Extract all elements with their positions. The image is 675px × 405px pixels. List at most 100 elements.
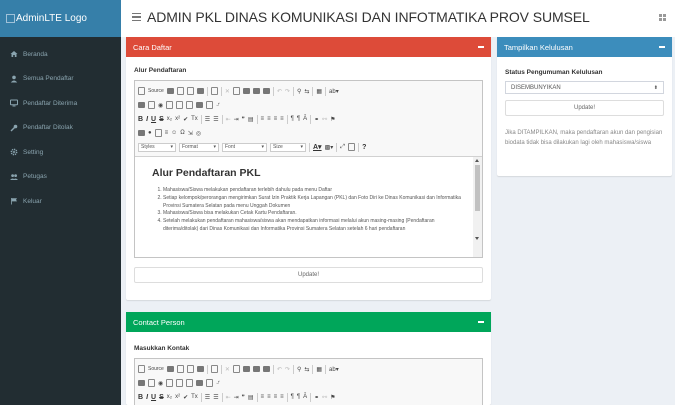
preview-icon[interactable] xyxy=(186,365,194,373)
language-icon[interactable]: Ӑ xyxy=(303,393,307,401)
radio-icon[interactable]: ◉ xyxy=(158,101,163,109)
scroll-up-icon[interactable] xyxy=(475,159,479,162)
special-char-icon[interactable]: Ω xyxy=(180,129,185,137)
scroll-down-icon[interactable] xyxy=(475,237,479,240)
subscript-icon[interactable]: x₂ xyxy=(167,393,172,401)
save-icon[interactable] xyxy=(166,88,174,94)
underline-icon[interactable]: U xyxy=(151,115,156,123)
unlink-icon[interactable]: ⚯ xyxy=(322,393,327,401)
horizontal-line-icon[interactable]: ≡ xyxy=(165,129,169,137)
italic-icon[interactable]: I xyxy=(146,393,148,401)
align-left-icon[interactable]: ≡ xyxy=(261,115,265,123)
preview-icon[interactable] xyxy=(186,87,194,95)
indent-icon[interactable]: ⇥ xyxy=(234,393,239,401)
show-blocks-icon[interactable] xyxy=(348,143,356,151)
hidden-field-icon[interactable]: ⍻ xyxy=(216,101,219,109)
align-center-icon[interactable]: ≡ xyxy=(267,115,271,123)
copy-icon[interactable] xyxy=(232,365,240,373)
div-icon[interactable]: ▤ xyxy=(248,393,254,401)
paste-word-icon[interactable] xyxy=(262,366,270,372)
logo[interactable]: AdminLTE Logo xyxy=(0,0,121,37)
sidebar-item-semua-pendaftar[interactable]: Semua Pendaftar xyxy=(0,67,121,92)
underline-icon[interactable]: U xyxy=(151,393,156,401)
editor-scrollbar[interactable] xyxy=(473,157,482,257)
align-right-icon[interactable]: ≡ xyxy=(274,115,278,123)
status-select[interactable]: DISEMBUNYIKAN ⬍ xyxy=(505,81,664,94)
iframe-icon[interactable]: ◎ xyxy=(196,129,201,137)
copy-icon[interactable] xyxy=(232,87,240,95)
remove-format-icon[interactable]: ✔ xyxy=(183,393,188,401)
align-right-icon[interactable]: ≡ xyxy=(274,393,278,401)
superscript-icon[interactable]: x² xyxy=(175,393,180,401)
find-icon[interactable]: ⚲ xyxy=(297,365,301,373)
form-icon[interactable] xyxy=(138,380,145,386)
language-icon[interactable]: Ӑ xyxy=(303,115,307,123)
textarea-icon[interactable] xyxy=(176,101,184,109)
italic-icon[interactable]: I xyxy=(146,115,148,123)
image-button-icon[interactable] xyxy=(206,379,214,387)
paste-icon[interactable] xyxy=(242,366,250,372)
new-page-icon[interactable] xyxy=(176,365,184,373)
undo-icon[interactable]: ↶ xyxy=(277,87,282,95)
text-color-icon[interactable]: A▾ xyxy=(313,143,322,151)
outdent-icon[interactable]: ⇤ xyxy=(226,393,231,401)
unlink-icon[interactable]: ⚯ xyxy=(322,115,327,123)
align-left-icon[interactable]: ≡ xyxy=(261,393,265,401)
find-icon[interactable]: ⚲ xyxy=(297,87,301,95)
font-dropdown[interactable]: Font ▾ xyxy=(222,142,267,152)
redo-icon[interactable]: ↷ xyxy=(285,87,290,95)
new-page-icon[interactable] xyxy=(176,87,184,95)
checkbox-icon[interactable] xyxy=(148,379,155,387)
ltr-icon[interactable]: ¶ xyxy=(291,393,294,401)
remove-format-icon[interactable]: ✔ xyxy=(183,115,188,123)
select-all-icon[interactable]: ▦ xyxy=(316,87,322,95)
collapse-icon[interactable] xyxy=(478,46,484,48)
paste-word-icon[interactable] xyxy=(262,88,270,94)
link-icon[interactable]: ⚭ xyxy=(314,115,319,123)
replace-icon[interactable]: ⇆ xyxy=(304,365,309,373)
collapse-icon[interactable] xyxy=(478,321,484,323)
source-icon[interactable] xyxy=(138,87,145,95)
form-icon[interactable] xyxy=(138,102,145,108)
scroll-thumb[interactable] xyxy=(475,165,480,211)
blockquote-icon[interactable]: ❞ xyxy=(242,393,245,401)
textarea-icon[interactable] xyxy=(176,379,184,387)
page-break-icon[interactable]: ⇲ xyxy=(188,129,193,137)
save-icon[interactable] xyxy=(166,366,174,372)
undo-icon[interactable]: ↶ xyxy=(277,365,282,373)
align-center-icon[interactable]: ≡ xyxy=(267,393,271,401)
sidebar-item-beranda[interactable]: Beranda xyxy=(0,42,121,67)
sidebar-item-pendaftar-diterima[interactable]: Pendaftar Diterima xyxy=(0,91,121,116)
justify-icon[interactable]: ≡ xyxy=(280,393,284,401)
format-dropdown[interactable]: Format ▾ xyxy=(179,142,219,152)
image-button-icon[interactable] xyxy=(206,101,214,109)
size-dropdown[interactable]: Size ▾ xyxy=(270,142,306,152)
apps-grid-icon[interactable] xyxy=(659,14,666,21)
select-field-icon[interactable] xyxy=(186,379,194,387)
flash-icon[interactable]: ● xyxy=(148,129,152,137)
rtl-icon[interactable]: ¶ xyxy=(297,393,300,401)
outdent-icon[interactable]: ⇤ xyxy=(226,115,231,123)
textfield-icon[interactable] xyxy=(166,379,174,387)
bold-icon[interactable]: B xyxy=(138,115,143,123)
superscript-icon[interactable]: x² xyxy=(175,115,180,123)
table-icon[interactable] xyxy=(154,129,162,137)
indent-icon[interactable]: ⇥ xyxy=(234,115,239,123)
update-button[interactable]: Update! xyxy=(134,267,483,283)
strike-icon[interactable]: S xyxy=(159,115,164,123)
redo-icon[interactable]: ↷ xyxy=(285,365,290,373)
radio-icon[interactable]: ◉ xyxy=(158,379,163,387)
anchor-icon[interactable]: ⚑ xyxy=(330,115,335,123)
sidebar-item-petugas[interactable]: Petugas xyxy=(0,165,121,190)
paste-text-icon[interactable] xyxy=(252,366,260,372)
select-all-icon[interactable]: ▦ xyxy=(316,365,322,373)
styles-dropdown[interactable]: Styles ▾ xyxy=(138,142,176,152)
bg-color-icon[interactable]: ▩▾ xyxy=(325,143,334,151)
bullet-list-icon[interactable]: ☰ xyxy=(213,115,218,123)
spellcheck-icon[interactable]: ab▾ xyxy=(329,365,339,373)
print-icon[interactable] xyxy=(196,366,204,372)
checkbox-icon[interactable] xyxy=(148,101,155,109)
editor-content[interactable]: Alur Pendaftaran PKL Mahasiswa/Siswa mel… xyxy=(135,157,482,257)
source-icon[interactable] xyxy=(138,365,145,373)
clear-format-icon[interactable]: Tx xyxy=(191,393,198,401)
